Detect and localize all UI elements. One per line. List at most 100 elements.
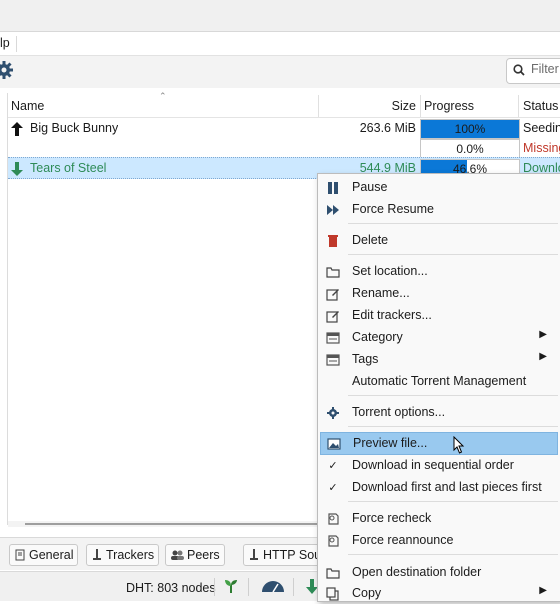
plant-icon[interactable] (223, 578, 239, 594)
menu-label: Delete (352, 233, 389, 247)
menu-label: Category (352, 330, 403, 344)
menu-label: Download first and last pieces first (352, 480, 542, 494)
folder-icon (326, 267, 340, 278)
menu-item-edit-trackers[interactable]: Edit trackers... (318, 305, 560, 326)
menu-label: Tags (352, 352, 379, 366)
sort-indicator-icon: ⌃ (159, 91, 167, 101)
check-icon: ✓ (328, 460, 338, 472)
menu-item-tags[interactable]: Tags ▶ (318, 349, 560, 370)
tab-label: HTTP Sources (263, 548, 324, 562)
gear-icon[interactable] (0, 60, 14, 80)
filter-input[interactable] (531, 62, 560, 76)
menu-label: Download in sequential order (352, 458, 514, 472)
menu-item-force-resume[interactable]: Force Resume (318, 199, 560, 220)
column-divider[interactable] (518, 95, 519, 117)
menu-help[interactable]: lp (0, 36, 17, 52)
torrent-name: Tears of Steel (30, 161, 107, 175)
check-icon: ✓ (328, 482, 338, 494)
dht-status: DHT: 803 nodes (126, 581, 216, 595)
menu-label: Rename... (352, 286, 410, 300)
menu-item-copy[interactable]: Copy ▶ (318, 583, 560, 604)
edit-icon (326, 311, 339, 323)
column-header-name[interactable]: Name (11, 99, 44, 115)
menu-label: Force Resume (352, 202, 434, 216)
menu-item-rename[interactable]: Rename... (318, 283, 560, 304)
submenu-arrow-icon: ▶ (539, 329, 547, 340)
menu-item-automatic-torrent-management[interactable]: Automatic Torrent Management (318, 371, 560, 392)
search-icon (513, 64, 525, 76)
progress-bar: 0.0% (420, 139, 520, 159)
menu-item-delete[interactable]: Delete (318, 230, 560, 251)
edit-icon (326, 289, 339, 301)
peers-icon (171, 550, 184, 560)
upload-arrow-icon (11, 122, 23, 136)
menu-item-open-destination-folder[interactable]: Open destination folder (318, 562, 560, 583)
download-arrow-icon (11, 162, 23, 176)
tab-general[interactable]: General (9, 544, 79, 566)
menu-label: Copy (352, 586, 382, 600)
torrent-name: Big Buck Bunny (30, 121, 119, 135)
toolbar (0, 55, 560, 89)
table-row[interactable]: Big Buck Bunny 263.6 MiB 100% Seeding (8, 118, 560, 139)
tab-label: General (29, 548, 74, 562)
menu-label: Force recheck (352, 511, 432, 525)
menu-label: Open destination folder (352, 565, 482, 579)
scrollbar-thumb[interactable] (25, 523, 325, 525)
copy-icon (326, 587, 339, 601)
menu-item-sequential-download[interactable]: ✓ Download in sequential order (318, 455, 560, 476)
document-icon (15, 549, 25, 561)
submenu-arrow-icon: ▶ (539, 351, 547, 362)
speedometer-icon[interactable] (261, 580, 285, 593)
menu-item-torrent-options[interactable]: Torrent options... (318, 402, 560, 423)
table-row[interactable]: 0.0% Missing Files (8, 138, 560, 159)
filter-box[interactable] (506, 58, 560, 84)
image-icon (327, 438, 341, 450)
column-header-size[interactable]: Size (318, 99, 416, 115)
menu-label: Edit trackers... (352, 308, 432, 322)
menu-item-category[interactable]: Category ▶ (318, 327, 560, 348)
progress-label: 0.0% (456, 142, 484, 156)
menu-separator (348, 395, 558, 396)
menu-item-set-location[interactable]: Set location... (318, 261, 560, 282)
menu-label: Force reannounce (352, 533, 454, 547)
menu-item-first-last-pieces[interactable]: ✓ Download first and last pieces first (318, 477, 560, 498)
tracker-icon (93, 549, 101, 560)
progress-bar: 100% (420, 119, 520, 139)
menu-item-force-reannounce[interactable]: Force reannounce (318, 530, 560, 551)
menu-separator (348, 501, 558, 502)
menu-item-preview-file[interactable]: Preview file... (320, 432, 558, 455)
column-header-progress[interactable]: Progress (424, 99, 474, 115)
list-icon (326, 354, 340, 366)
menu-label: Pause (352, 180, 388, 194)
recheck-icon (328, 513, 339, 525)
pause-icon (328, 182, 338, 194)
fast-forward-icon (327, 205, 339, 215)
http-icon (250, 549, 258, 560)
menu-separator (348, 426, 558, 427)
tab-http-sources[interactable]: HTTP Sources (243, 544, 325, 566)
status-divider (214, 578, 215, 596)
progress-label: 100% (454, 122, 486, 136)
menu-bar: lp (0, 32, 560, 54)
tab-trackers[interactable]: Trackers (86, 544, 160, 566)
mouse-cursor-icon (453, 436, 465, 454)
settings-icon (327, 407, 339, 419)
menu-label: Automatic Torrent Management (352, 374, 527, 388)
torrent-status: Seeding (523, 121, 560, 135)
recheck-icon (328, 535, 339, 547)
menu-item-force-recheck[interactable]: Force recheck (318, 508, 560, 529)
tab-label: Peers (187, 548, 220, 562)
list-header: Name Size Progress Status (8, 95, 560, 118)
column-header-status[interactable]: Status (523, 99, 558, 115)
folder-icon (326, 568, 340, 579)
menu-label: Preview file... (353, 436, 428, 450)
list-icon (326, 332, 340, 344)
tab-peers[interactable]: Peers (165, 544, 225, 566)
column-divider[interactable] (420, 95, 421, 117)
menu-label: Torrent options... (352, 405, 446, 419)
menu-label: Set location... (352, 264, 428, 278)
menu-separator (348, 223, 558, 224)
menu-item-pause[interactable]: Pause (318, 177, 560, 198)
menu-separator (348, 254, 558, 255)
menu-separator (348, 554, 558, 555)
